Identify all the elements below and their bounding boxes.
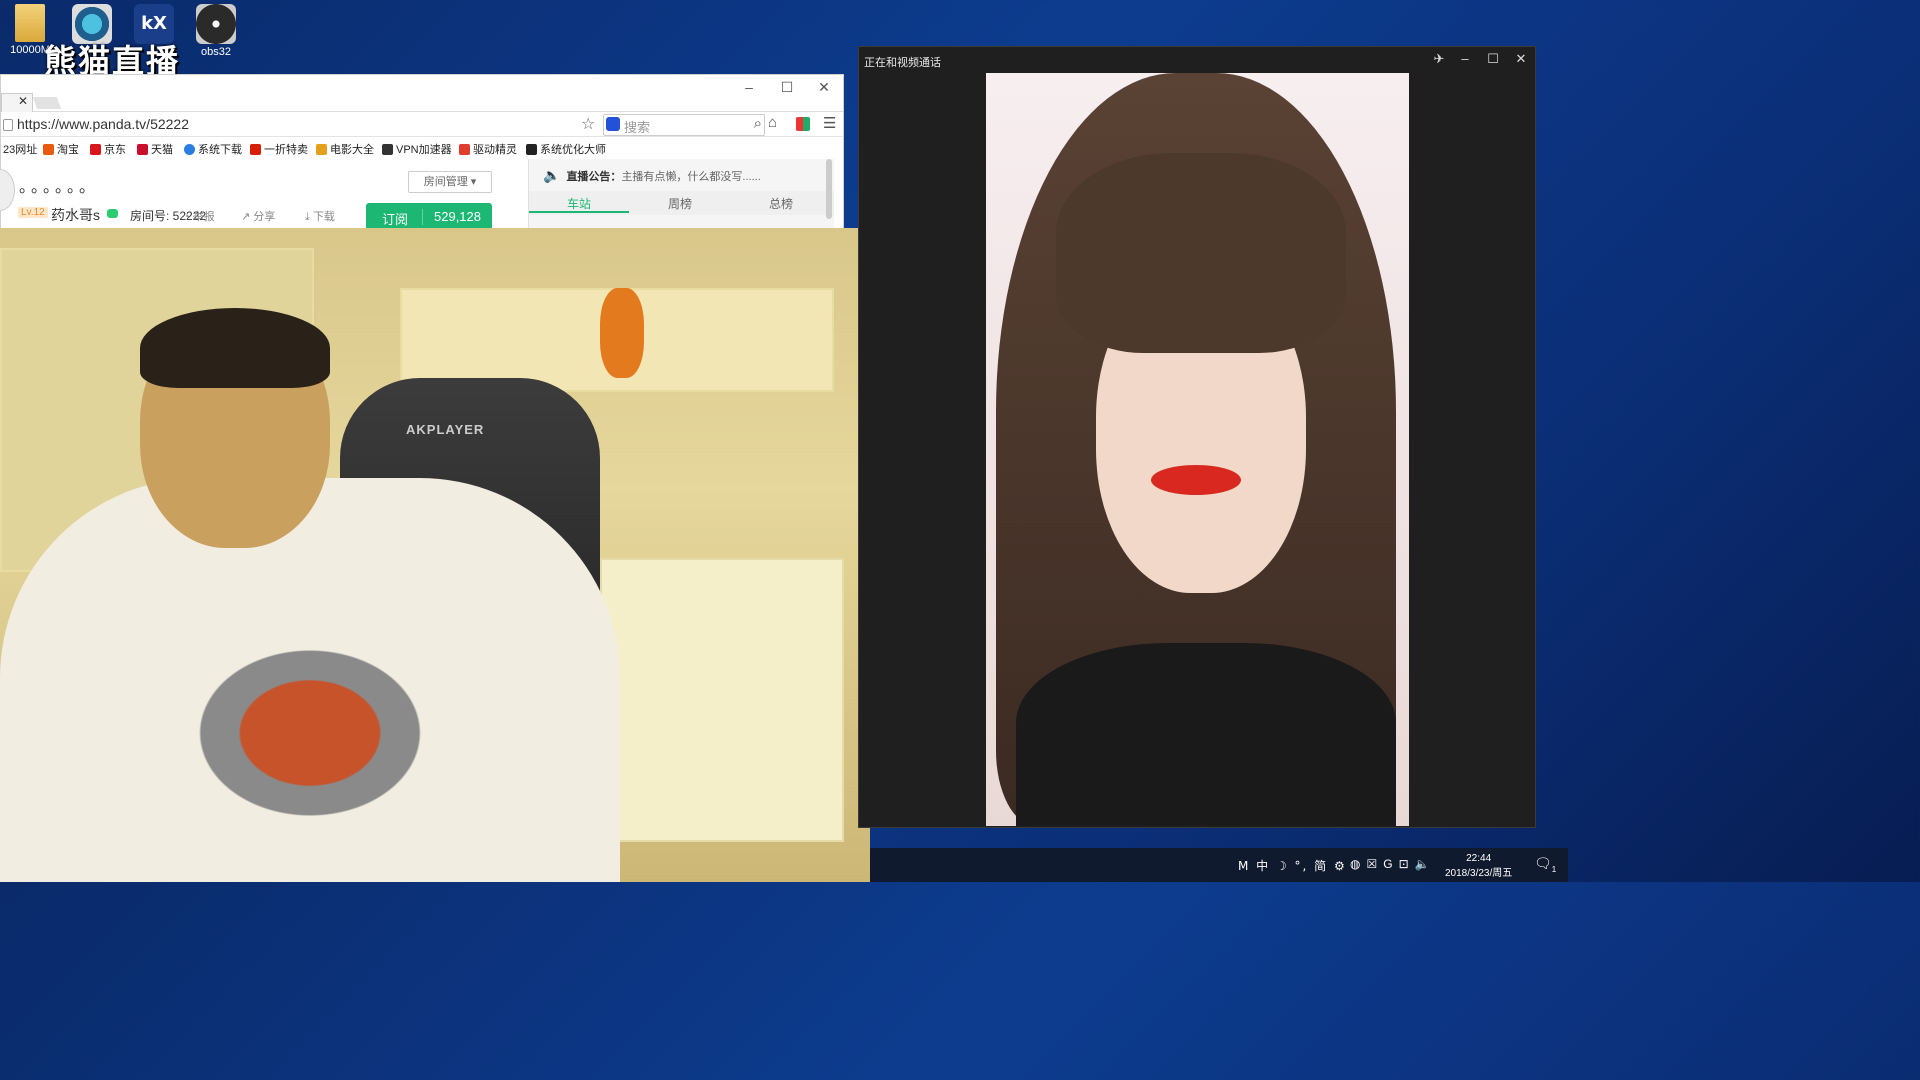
tmall-icon (137, 144, 148, 155)
minimize-button[interactable]: – (739, 79, 759, 95)
pin-icon[interactable]: ✈ (1430, 51, 1448, 67)
side-panel: 🔈 直播公告：主播有点懒，什么都没写...... 车站 周榜 总榜 (528, 159, 834, 231)
download-button[interactable]: ⤓ 下载 (305, 208, 335, 224)
video-clothing (1016, 643, 1396, 826)
bookmark-item[interactable]: 23网址 (3, 141, 37, 157)
close-tab-icon[interactable]: ✕ (18, 94, 28, 108)
search-input[interactable]: 搜索 ⌕ (603, 114, 765, 136)
remote-video (986, 73, 1409, 826)
tab-total[interactable]: 总榜 (731, 195, 831, 212)
bookmark-item[interactable]: 京东 (90, 141, 126, 157)
video-lips (1151, 465, 1241, 495)
level-badge: Lv.12 (18, 207, 48, 218)
clock-time: 22:44 (1466, 853, 1492, 864)
extension-icon[interactable] (796, 117, 810, 131)
browser-tab[interactable]: ✕ (1, 93, 33, 112)
bookmark-item[interactable]: VPN加速器 (382, 141, 452, 157)
close-button[interactable]: ✕ (1512, 51, 1530, 67)
url-field[interactable]: https://www.panda.tv/52222 (17, 116, 189, 132)
call-window-title: 正在和视频通话 (864, 57, 941, 69)
subscribe-count: 529,128 (434, 209, 481, 224)
bookmark-item[interactable]: 天猫 (137, 141, 173, 157)
shirt-print (170, 628, 450, 838)
avatar[interactable] (0, 169, 15, 211)
webcam-feed: AKPLAYER (0, 228, 870, 882)
share-button[interactable]: ↗ 分享 (241, 208, 275, 224)
maximize-button[interactable]: ☐ (777, 79, 797, 96)
bookmark-item[interactable]: 电影大全 (316, 141, 374, 157)
chair-brand: AKPLAYER (406, 422, 485, 437)
chat-bubble-icon (107, 209, 118, 218)
browser-globe-icon (184, 144, 195, 155)
subscribe-button[interactable]: 订阅 529,128 (366, 203, 492, 231)
scrollbar[interactable] (826, 159, 832, 219)
system-tray[interactable]: M 中 ☽ °, 简 ⚙ (1238, 857, 1347, 874)
share-icon: ↗ (241, 211, 251, 223)
search-placeholder: 搜索 (624, 120, 651, 135)
minimize-button[interactable]: – (1456, 51, 1474, 66)
active-tab-indicator (529, 211, 629, 213)
search-icon[interactable]: ⌕ (754, 115, 762, 132)
taobao-icon (43, 144, 54, 155)
desktop-icon-obs[interactable]: obs32 (186, 4, 246, 58)
close-button[interactable]: ✕ (814, 79, 834, 96)
new-tab-button[interactable] (32, 97, 62, 109)
report-icon: ◔ (183, 211, 190, 223)
speaker-icon: 🔈 (543, 167, 561, 183)
optimizer-icon (526, 144, 537, 155)
announcement-label: 直播公告： (566, 171, 622, 183)
menu-icon[interactable]: ☰ (823, 114, 836, 132)
divider (422, 209, 423, 225)
maximize-button[interactable]: ☐ (1484, 51, 1502, 67)
announcement: 🔈 直播公告：主播有点懒，什么都没写...... (543, 167, 761, 184)
bookmark-star-icon[interactable]: ☆ (581, 114, 595, 134)
tab-weekly[interactable]: 周榜 (630, 195, 730, 212)
subscribe-label: 订阅 (382, 212, 409, 227)
folder-icon (15, 4, 45, 42)
room-title: 。。。。。。 (19, 179, 100, 196)
bookmark-item[interactable]: 驱动精灵 (459, 141, 517, 157)
bookmark-item[interactable]: 系统优化大师 (526, 141, 606, 157)
cabinet (600, 558, 844, 842)
desktop-icon-label: obs32 (201, 46, 231, 58)
page-icon (3, 119, 13, 131)
room-header: 。。。。。。 Lv.12 药水哥s 房间号: 52222 ◔ 举报 ↗ 分享 ⤓… (0, 159, 843, 231)
movie-icon (316, 144, 327, 155)
driver-icon (459, 144, 470, 155)
jd-icon (90, 144, 101, 155)
room-manage-dropdown[interactable]: 房间管理 ▾ (408, 171, 492, 193)
address-bar: https://www.panda.tv/52222 ☆ 搜索 ⌕ ⌂ ☰ (1, 112, 843, 137)
bookmark-item[interactable]: 淘宝 (43, 141, 79, 157)
orange-toy (600, 288, 644, 378)
bookmarks-bar: 23网址 淘宝 京东 天猫 系统下载 一折特卖 电影大全 VPN加速器 驱动精灵… (1, 137, 843, 159)
notification-icon[interactable]: 🗨1 (1534, 855, 1556, 874)
deal-icon (250, 144, 261, 155)
bookmark-item[interactable]: 系统下载 (184, 141, 242, 157)
taskbar: M 中 ☽ °, 简 ⚙ ◍☒G⊡🔈 22:44 2018/3/23/周五 🗨1 (870, 848, 1568, 882)
tray-icons[interactable]: ◍☒G⊡🔈 (1350, 857, 1436, 871)
chevron-down-icon: ▾ (470, 176, 477, 188)
clock-date: 2018/3/23/周五 (1445, 868, 1513, 879)
clock[interactable]: 22:44 2018/3/23/周五 (1445, 851, 1512, 881)
tab-station[interactable]: 车站 (529, 195, 629, 212)
video-call-window: 正在和视频通话 ✈ – ☐ ✕ (858, 46, 1536, 828)
host-name[interactable]: 药水哥s (51, 205, 100, 225)
announcement-text: 主播有点懒，什么都没写...... (621, 171, 761, 183)
bookmark-item[interactable]: 一折特卖 (250, 141, 308, 157)
tab-bar: ✕ – ☐ ✕ (1, 75, 843, 112)
vpn-icon (382, 144, 393, 155)
toolbox-icon[interactable]: ⌂ (768, 114, 777, 131)
baidu-paw-icon (606, 117, 620, 131)
download-icon: ⤓ (305, 211, 310, 223)
browser-window: ✕ – ☐ ✕ https://www.panda.tv/52222 ☆ 搜索 … (0, 74, 844, 232)
obs-icon (196, 4, 236, 44)
video-bangs (1056, 153, 1346, 353)
person-hair (140, 308, 330, 388)
report-button[interactable]: ◔ 举报 (183, 208, 215, 224)
